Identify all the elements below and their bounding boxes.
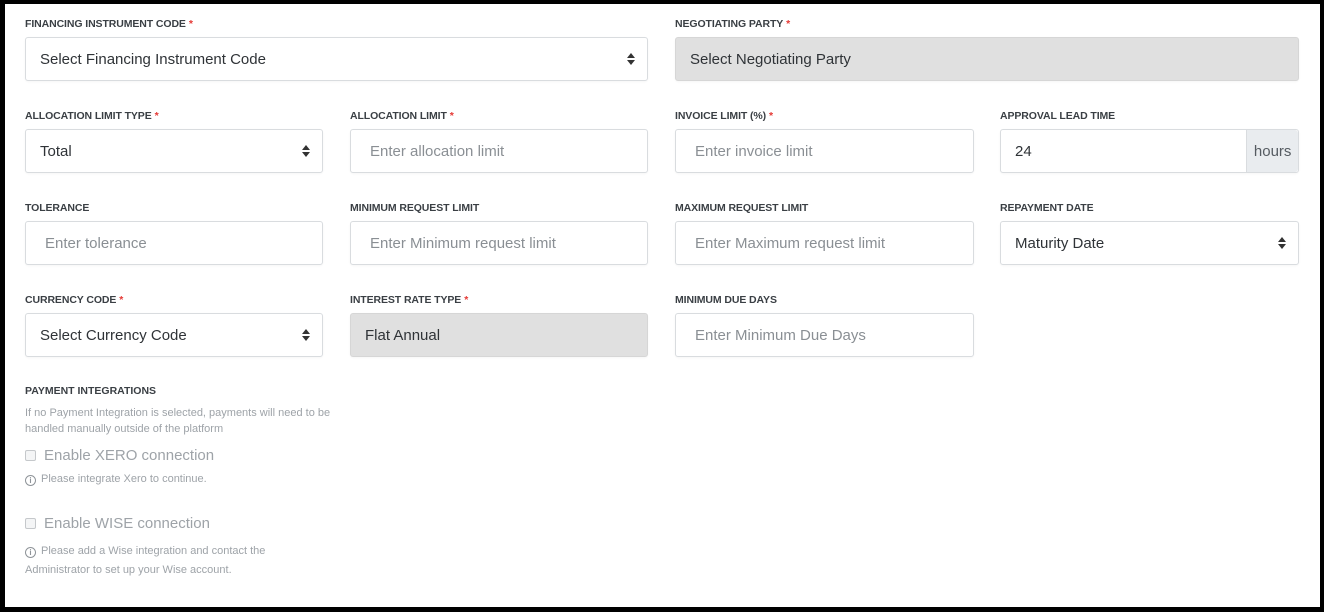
interest-rate-type-field: INTEREST RATE TYPE * Flat Annual [350,293,648,357]
allocation-limit-field: ALLOCATION LIMIT * [350,109,648,173]
maximum-request-limit-input-wrap [675,221,974,265]
minimum-due-days-input-wrap [675,313,974,357]
repayment-date-field: REPAYMENT DATE Maturity Date [1000,201,1299,265]
sort-caret-icon [1278,237,1286,249]
minimum-request-limit-field: MINIMUM REQUEST LIMIT [350,201,648,265]
minimum-request-limit-input-wrap [350,221,648,265]
invoice-limit-label: INVOICE LIMIT (%) * [675,110,774,122]
currency-code-field: CURRENCY CODE * Select Currency Code [25,293,323,357]
hours-addon: hours [1246,130,1298,172]
minimum-due-days-input[interactable] [676,314,973,356]
sort-caret-icon [302,329,310,341]
allocation-limit-input[interactable] [351,130,647,172]
maximum-request-limit-input[interactable] [676,222,973,264]
repayment-date-label: REPAYMENT DATE [1000,202,1094,214]
tolerance-input-wrap [25,221,323,265]
financing-instrument-code-label: FINANCING INSTRUMENT CODE * [25,18,193,30]
minimum-due-days-label: MINIMUM DUE DAYS [675,294,777,306]
tolerance-field: TOLERANCE [25,201,323,265]
maximum-request-limit-field: MAXIMUM REQUEST LIMIT [675,201,974,265]
repayment-date-select[interactable]: Maturity Date [1000,221,1299,265]
invoice-limit-input[interactable] [676,130,973,172]
allocation-limit-label: ALLOCATION LIMIT * [350,110,454,122]
enable-wise-label: Enable WISE connection [44,515,210,532]
sort-caret-icon [627,53,635,65]
info-circle-icon: i [25,547,36,558]
xero-info: i Please integrate Xero to continue. [25,470,325,489]
payment-integrations-hint: If no Payment Integration is selected, p… [25,407,331,435]
enable-xero-checkbox[interactable] [25,450,36,461]
allocation-limit-type-select[interactable]: Total [25,129,323,173]
enable-wise-checkbox-row[interactable]: Enable WISE connection [25,515,210,532]
info-circle-icon: i [25,475,36,486]
tolerance-input[interactable] [26,222,322,264]
negotiating-party-field: NEGOTIATING PARTY * Select Negotiating Pa… [675,17,1299,81]
minimum-request-limit-label: MINIMUM REQUEST LIMIT [350,202,480,214]
sort-caret-icon [302,145,310,157]
negotiating-party-select[interactable]: Select Negotiating Party [675,37,1299,81]
enable-xero-label: Enable XERO connection [44,447,215,464]
maximum-request-limit-label: MAXIMUM REQUEST LIMIT [675,202,809,214]
enable-xero-checkbox-row[interactable]: Enable XERO connection [25,447,214,464]
interest-rate-type-input: Flat Annual [350,313,648,357]
invoice-limit-input-wrap [675,129,974,173]
tolerance-label: TOLERANCE [25,202,90,214]
form-panel: FINANCING INSTRUMENT CODE * Select Financ… [5,4,1320,607]
minimum-due-days-field: MINIMUM DUE DAYS [675,293,974,357]
payment-integrations-title: PAYMENT INTEGRATIONS [25,385,157,397]
approval-lead-time-label: APPROVAL LEAD TIME [1000,110,1116,122]
wise-info: i Please add a Wise integration and conta… [25,545,266,576]
minimum-request-limit-input[interactable] [351,222,647,264]
enable-wise-checkbox[interactable] [25,518,36,529]
allocation-limit-type-label: ALLOCATION LIMIT TYPE * [25,110,159,122]
currency-code-select[interactable]: Select Currency Code [25,313,323,357]
financing-instrument-code-field: FINANCING INSTRUMENT CODE * Select Financ… [25,17,648,81]
financing-instrument-code-select[interactable]: Select Financing Instrument Code [25,37,648,81]
approval-lead-time-input-group: hours [1000,129,1299,173]
allocation-limit-type-field: ALLOCATION LIMIT TYPE * Total [25,109,323,173]
approval-lead-time-input[interactable] [1001,130,1247,172]
approval-lead-time-field: APPROVAL LEAD TIME hours [1000,109,1299,173]
invoice-limit-field: INVOICE LIMIT (%) * [675,109,974,173]
allocation-limit-input-wrap [350,129,648,173]
currency-code-label: CURRENCY CODE * [25,294,124,306]
negotiating-party-label: NEGOTIATING PARTY * [675,18,791,30]
interest-rate-type-label: INTEREST RATE TYPE * [350,294,469,306]
